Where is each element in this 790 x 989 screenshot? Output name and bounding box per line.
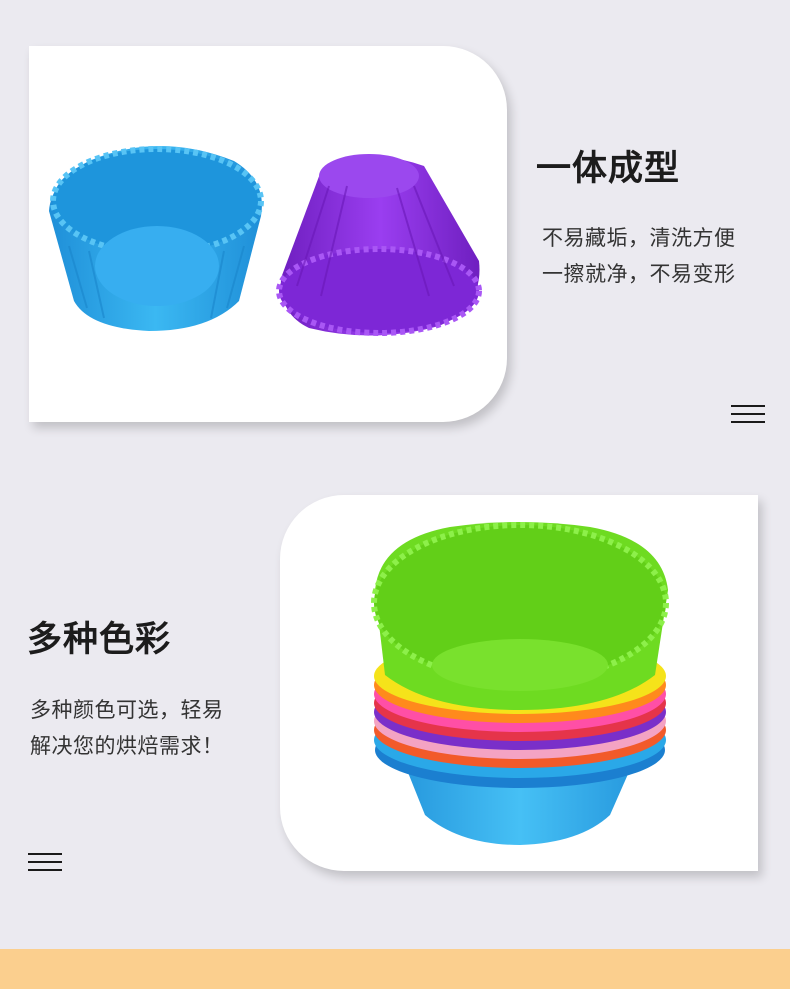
description-line: 不易藏垢，清洗方便 [542, 226, 736, 250]
feature-title-multiple-colors: 多种色彩 [27, 620, 172, 660]
stacked-colorful-cups-image [371, 522, 669, 845]
description-line: 解决您的烘焙需求！ [30, 734, 224, 758]
feature-description-one-piece: 不易藏垢，清洗方便 一擦就净，不易变形 [542, 220, 736, 292]
stacked-cups [371, 522, 669, 845]
purple-cup [276, 154, 482, 336]
description-line: 多种颜色可选，轻易 [30, 698, 224, 722]
hamburger-menu-icon[interactable] [731, 405, 765, 423]
hamburger-menu-icon[interactable] [28, 853, 62, 871]
feature-title-one-piece: 一体成型 [536, 149, 681, 189]
feature-description-multiple-colors: 多种颜色可选，轻易 解决您的烘焙需求！ [30, 692, 224, 764]
blue-cup [49, 146, 264, 331]
product-image-card-single-cups [29, 46, 507, 422]
description-line: 一擦就净，不易变形 [542, 262, 736, 286]
bottom-color-band [0, 949, 790, 989]
product-image-card-stacked-cups [280, 495, 758, 871]
silicone-cups-image [49, 146, 482, 336]
